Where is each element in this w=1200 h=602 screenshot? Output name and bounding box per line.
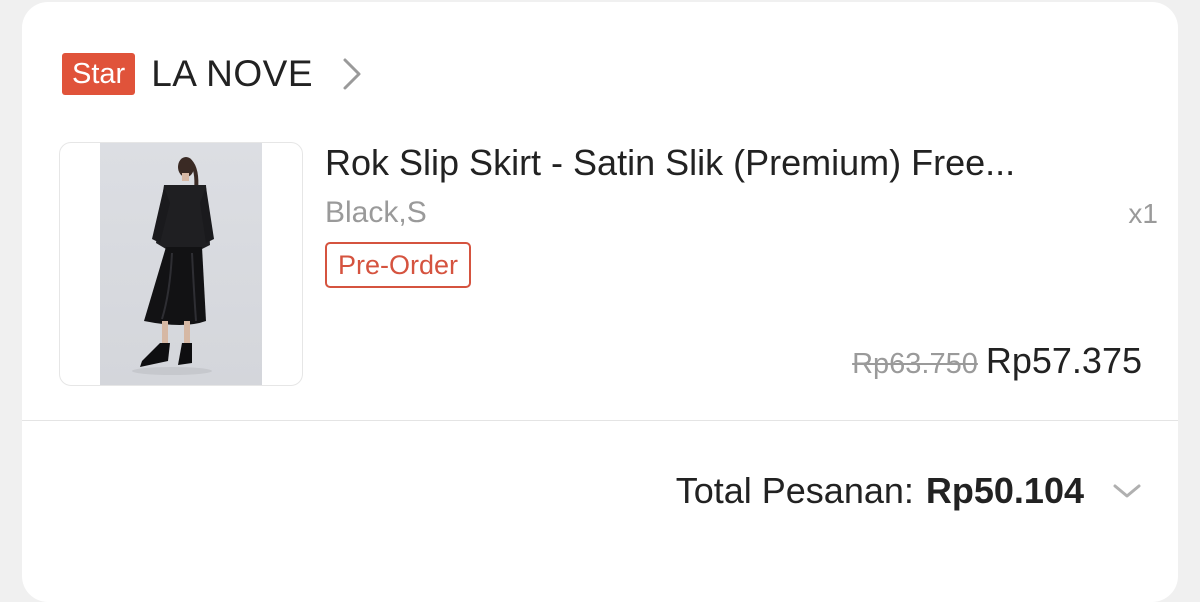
product-photo <box>100 143 262 385</box>
product-quantity: x1 <box>1128 198 1158 229</box>
current-price: Rp57.375 <box>985 340 1142 381</box>
order-total-row[interactable]: Total Pesanan: Rp50.104 <box>676 470 1144 512</box>
shop-header[interactable]: Star LA NOVE <box>62 52 363 96</box>
product-thumbnail[interactable] <box>59 142 303 386</box>
shop-name[interactable]: LA NOVE <box>151 53 313 95</box>
price-group: Rp63.750 Rp57.375 <box>852 340 1142 382</box>
order-card: Star LA NOVE Rok Slip Skirt - Satin Slik… <box>22 2 1178 602</box>
original-price: Rp63.750 <box>852 348 978 380</box>
preorder-tag: Pre-Order <box>325 242 472 288</box>
chevron-down-icon[interactable] <box>1110 479 1144 503</box>
total-label: Total Pesanan: <box>675 470 914 511</box>
chevron-right-icon[interactable] <box>341 56 363 92</box>
star-badge: Star <box>62 53 136 95</box>
product-title[interactable]: Rok Slip Skirt - Satin Slik (Premium) Fr… <box>325 142 1155 184</box>
product-variant: Black,S <box>325 196 427 229</box>
divider <box>22 420 1178 421</box>
total-value: Rp50.104 <box>925 470 1084 511</box>
